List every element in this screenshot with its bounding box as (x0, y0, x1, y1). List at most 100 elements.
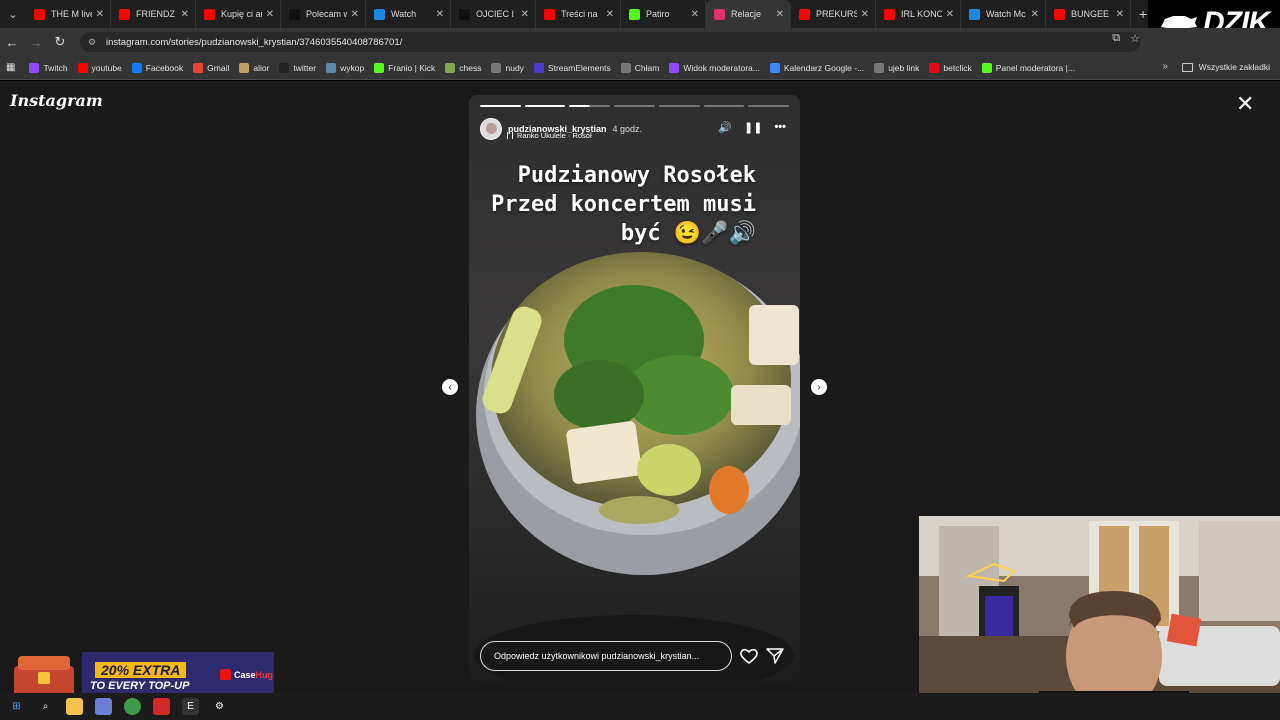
back-button[interactable]: ← (0, 28, 24, 56)
close-tab-icon[interactable]: ✕ (436, 9, 444, 20)
bookmark-item[interactable]: betclick (929, 62, 972, 73)
tab-label: Polecam w (306, 9, 347, 19)
tab-label: FRIENDZ (136, 9, 175, 19)
new-tab-button[interactable]: + (1139, 6, 1147, 22)
like-heart-icon[interactable] (739, 647, 759, 665)
reload-button[interactable]: ↻ (48, 28, 72, 56)
instagram-logo[interactable]: Instagram (10, 91, 103, 110)
mute-icon[interactable]: 🔊 (718, 121, 732, 134)
browser-tab[interactable]: PREKURSC ✕ (791, 0, 876, 28)
browser-tab[interactable]: Treści na ✕ (536, 0, 621, 28)
tab-label: Patiro (646, 9, 670, 19)
progress-segment (569, 105, 611, 107)
bookmark-favicon-icon (239, 62, 250, 73)
close-tab-icon[interactable]: ✕ (521, 9, 529, 20)
bookmark-star-icon[interactable]: ☆ (1130, 32, 1140, 45)
browser-tab[interactable]: Watch ✕ (366, 0, 451, 28)
bookmark-label: Facebook (145, 62, 184, 73)
browser-tab[interactable]: Watch Mc ✕ (961, 0, 1046, 28)
send-icon[interactable] (766, 647, 784, 665)
prev-story-button[interactable]: ‹ (442, 379, 458, 395)
all-bookmarks-label: Wszystkie zakładki (1198, 62, 1270, 72)
browser-tab[interactable]: FRIENDZ ✕ (111, 0, 196, 28)
folder-icon (1181, 62, 1193, 72)
close-tab-icon[interactable]: ✕ (946, 9, 954, 20)
bookmark-item[interactable]: Facebook (131, 62, 184, 73)
instagram-icon (714, 8, 725, 20)
browser-tab[interactable]: BUNGEE ✕ (1046, 0, 1131, 28)
story-viewer[interactable]: pudzianowski_krystian 4 godz. Ranko Ukul… (469, 95, 800, 681)
browser-tab[interactable]: Relacje ✕ (706, 0, 791, 28)
pause-icon[interactable]: ❚❚ (744, 121, 762, 134)
close-tab-icon[interactable]: ✕ (351, 9, 359, 20)
ad-brand-hug: Hug (255, 669, 274, 680)
chrome-icon[interactable] (124, 698, 141, 715)
bookmark-item[interactable]: twitter (279, 62, 316, 73)
tab-search-button[interactable]: ⌄ (0, 0, 26, 28)
bookmark-item[interactable]: Franio | Kick (374, 62, 435, 73)
close-tab-icon[interactable]: ✕ (861, 9, 869, 20)
bookmark-item[interactable]: nudy (491, 62, 524, 73)
all-bookmarks-button[interactable]: Wszystkie zakładki (1181, 62, 1270, 72)
bookmarks-overflow-icon[interactable]: » (1162, 61, 1168, 72)
bookmark-item[interactable]: Panel moderatora |... (981, 62, 1075, 73)
browser-tab[interactable]: OJCIEC I SY ✕ (451, 0, 536, 28)
next-story-button[interactable]: › (811, 379, 827, 395)
close-tab-icon[interactable]: ✕ (266, 9, 274, 20)
search-icon[interactable]: ⌕ (37, 698, 54, 715)
bookmark-label: nudy (505, 62, 524, 73)
browser-tab[interactable]: Patiro ✕ (621, 0, 706, 28)
progress-segment (658, 105, 700, 107)
bookmark-favicon-icon (29, 62, 40, 73)
bookmark-item[interactable]: Widok moderatora... (669, 62, 760, 73)
windows-start-icon[interactable]: ⊞ (8, 698, 25, 715)
bookmark-favicon-icon (193, 62, 204, 73)
close-tab-icon[interactable]: ✕ (1116, 9, 1124, 20)
kick-icon (629, 8, 640, 20)
close-tab-icon[interactable]: ✕ (96, 9, 104, 20)
close-story-button[interactable]: ✕ (1236, 93, 1254, 115)
bookmark-item[interactable]: StreamElements (533, 62, 611, 73)
bookmark-label: Twitch (43, 62, 68, 73)
address-bar[interactable]: ⚙ instagram.com/stories/pudzianowski_kry… (80, 32, 1140, 52)
steam-icon[interactable]: ⚙ (211, 698, 228, 715)
watch-icon (969, 8, 980, 20)
progress-segment (748, 105, 790, 107)
bookmark-item[interactable]: Twitch (29, 62, 68, 73)
browser-tab[interactable]: Kupię ci ar ✕ (196, 0, 281, 28)
more-options-icon[interactable]: ••• (774, 121, 786, 134)
bookmark-favicon-icon (929, 62, 940, 73)
bookmark-item[interactable]: chess (445, 62, 481, 73)
browser-tab[interactable]: IRL KONCI ✕ (876, 0, 961, 28)
close-tab-icon[interactable]: ✕ (1031, 9, 1039, 20)
file-explorer-icon[interactable] (66, 698, 83, 715)
bookmark-label: alior (253, 62, 270, 73)
close-tab-icon[interactable]: ✕ (606, 9, 614, 20)
browser-tab[interactable]: THE M live ✕ (26, 0, 111, 28)
story-music[interactable]: Ranko Ukulele · Rosół (507, 131, 592, 140)
reply-input[interactable]: Odpowiedz użytkownikowi pudzianowski_kry… (480, 641, 732, 671)
bookmark-item[interactable]: youtube (77, 62, 122, 73)
bookmark-item[interactable]: wykop (326, 62, 365, 73)
app-icon-2[interactable] (153, 698, 170, 715)
youtube-icon (799, 8, 810, 20)
bookmark-item[interactable]: Gmail (193, 62, 229, 73)
site-info-icon[interactable]: ⚙ (88, 37, 98, 47)
avatar[interactable] (480, 118, 502, 140)
apps-grid-icon[interactable]: ▦ (6, 62, 15, 73)
app-icon-1[interactable] (95, 698, 112, 715)
bookmark-item[interactable]: Chłam (620, 62, 659, 73)
ad-subline: TO EVERY TOP-UP (90, 680, 190, 692)
close-tab-icon[interactable]: ✕ (181, 9, 189, 20)
forward-button[interactable]: → (24, 28, 48, 56)
close-tab-icon[interactable]: ✕ (776, 9, 784, 20)
tab-label: Treści na (561, 9, 598, 19)
browser-tab[interactable]: Polecam w ✕ (281, 0, 366, 28)
bookmark-item[interactable]: ujeb link (874, 62, 919, 73)
bookmark-item[interactable]: Kalendarz Google -... (769, 62, 864, 73)
install-app-icon[interactable]: ⧉ (1112, 32, 1120, 45)
close-tab-icon[interactable]: ✕ (691, 9, 699, 20)
bookmark-item[interactable]: alior (239, 62, 270, 73)
bookmark-label: wykop (340, 62, 365, 73)
epic-games-icon[interactable]: E (182, 698, 199, 715)
